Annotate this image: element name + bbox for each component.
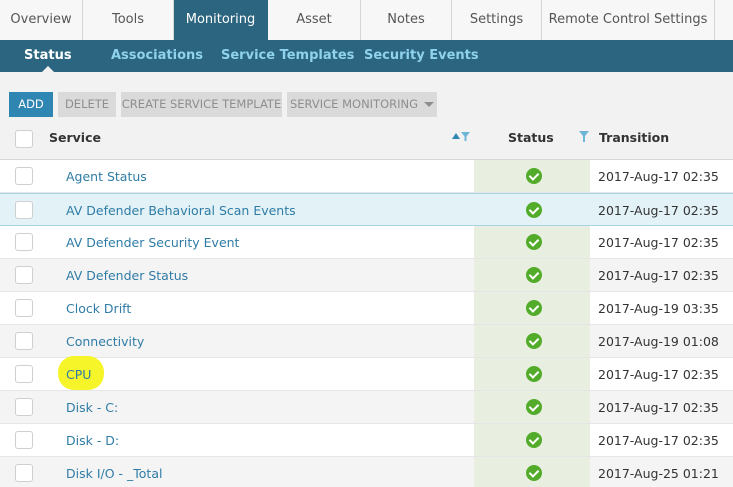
status-ok-icon — [526, 234, 542, 250]
tab-monitoring[interactable]: Monitoring — [174, 0, 268, 40]
row-checkbox[interactable] — [15, 431, 33, 449]
row-checkbox[interactable] — [15, 233, 33, 251]
tab-overview[interactable]: Overview — [0, 0, 83, 40]
status-ok-icon — [526, 168, 542, 184]
tab-remote-control-settings[interactable]: Remote Control Settings — [542, 0, 715, 40]
table-row[interactable]: 2017-Aug-17 02:35 — [0, 358, 733, 391]
table-row[interactable]: AV Defender Security Event 2017-Aug-17 0… — [0, 226, 733, 259]
service-link[interactable]: Disk - D: — [66, 424, 119, 457]
status-ok-icon — [526, 202, 542, 218]
subtab-associations[interactable]: Associations — [111, 40, 203, 72]
top-tab-bar: Overview Tools Monitoring Asset Notes Se… — [0, 0, 733, 40]
status-ok-icon — [526, 366, 542, 382]
transition-time: 2017-Aug-17 02:35 — [598, 400, 719, 415]
column-header-service[interactable]: Service — [49, 121, 101, 160]
tab-asset[interactable]: Asset — [268, 0, 361, 40]
delete-button[interactable]: DELETE — [58, 92, 116, 117]
select-all-checkbox[interactable] — [15, 130, 33, 148]
column-header-transition[interactable]: Transition — [599, 121, 669, 160]
transition-time: 2017-Aug-17 02:35 — [598, 169, 719, 184]
service-monitoring-label: SERVICE MONITORING — [289, 97, 419, 111]
table-row[interactable]: Agent Status 2017-Aug-17 02:35 — [0, 160, 733, 193]
row-checkbox[interactable] — [15, 201, 33, 219]
table-row[interactable]: Clock Drift 2017-Aug-19 03:35 — [0, 292, 733, 325]
transition-time: 2017-Aug-17 02:35 — [598, 433, 719, 448]
transition-time: 2017-Aug-17 02:35 — [598, 268, 719, 283]
tab-notes[interactable]: Notes — [361, 0, 452, 40]
transition-time: 2017-Aug-25 01:21 — [598, 466, 719, 481]
status-ok-icon — [526, 399, 542, 415]
status-ok-icon — [526, 333, 542, 349]
status-ok-icon — [526, 432, 542, 448]
table-row[interactable]: AV Defender Behavioral Scan Events 2017-… — [0, 193, 733, 226]
transition-time: 2017-Aug-19 03:35 — [598, 301, 719, 316]
row-checkbox[interactable] — [15, 167, 33, 185]
status-ok-icon — [526, 267, 542, 283]
table-row[interactable]: Disk - C: 2017-Aug-17 02:35 — [0, 391, 733, 424]
service-link[interactable]: Agent Status — [66, 160, 147, 193]
service-link[interactable]: CPU — [66, 358, 91, 391]
subtab-status[interactable]: Status — [24, 40, 72, 72]
tab-settings[interactable]: Settings — [452, 0, 542, 40]
row-checkbox[interactable] — [15, 332, 33, 350]
row-checkbox[interactable] — [15, 365, 33, 383]
subtab-service-templates[interactable]: Service Templates — [221, 40, 354, 72]
monitoring-subnav: Status Associations Service Templates Se… — [0, 40, 733, 72]
table-row[interactable]: Disk - D: 2017-Aug-17 02:35 — [0, 424, 733, 457]
transition-time: 2017-Aug-19 01:08 — [598, 334, 719, 349]
transition-time: 2017-Aug-17 02:35 — [598, 367, 719, 382]
row-checkbox[interactable] — [15, 464, 33, 482]
create-service-template-button[interactable]: CREATE SERVICE TEMPLATE — [121, 92, 282, 117]
tab-tools[interactable]: Tools — [83, 0, 174, 40]
service-link[interactable]: Clock Drift — [66, 292, 131, 325]
service-monitoring-dropdown[interactable]: SERVICE MONITORING — [287, 92, 437, 117]
service-link[interactable]: AV Defender Security Event — [66, 226, 239, 259]
service-link[interactable]: AV Defender Behavioral Scan Events — [66, 194, 296, 227]
row-checkbox[interactable] — [15, 299, 33, 317]
caret-down-icon — [424, 102, 435, 107]
tab-overflow[interactable] — [715, 0, 733, 40]
column-header-status[interactable]: Status — [508, 121, 554, 160]
status-ok-icon — [526, 465, 542, 481]
service-link[interactable]: Connectivity — [66, 325, 144, 358]
table-row[interactable]: AV Defender Status 2017-Aug-17 02:35 — [0, 259, 733, 292]
add-button[interactable]: ADD — [9, 92, 53, 117]
transition-time: 2017-Aug-17 02:35 — [598, 235, 719, 250]
row-checkbox[interactable] — [15, 398, 33, 416]
service-link[interactable]: Disk - C: — [66, 391, 118, 424]
status-ok-icon — [526, 300, 542, 316]
transition-time: 2017-Aug-17 02:35 — [598, 203, 719, 218]
sort-filter-icon[interactable] — [451, 130, 471, 142]
subtab-security-events[interactable]: Security Events — [364, 40, 479, 72]
service-link[interactable]: AV Defender Status — [66, 259, 188, 292]
filter-icon[interactable] — [579, 131, 589, 142]
row-checkbox[interactable] — [15, 266, 33, 284]
table-row[interactable]: Disk I/O - _Total 2017-Aug-25 01:21 — [0, 457, 733, 487]
table-row[interactable]: Connectivity 2017-Aug-19 01:08 — [0, 325, 733, 358]
service-link[interactable]: Disk I/O - _Total — [66, 457, 162, 487]
